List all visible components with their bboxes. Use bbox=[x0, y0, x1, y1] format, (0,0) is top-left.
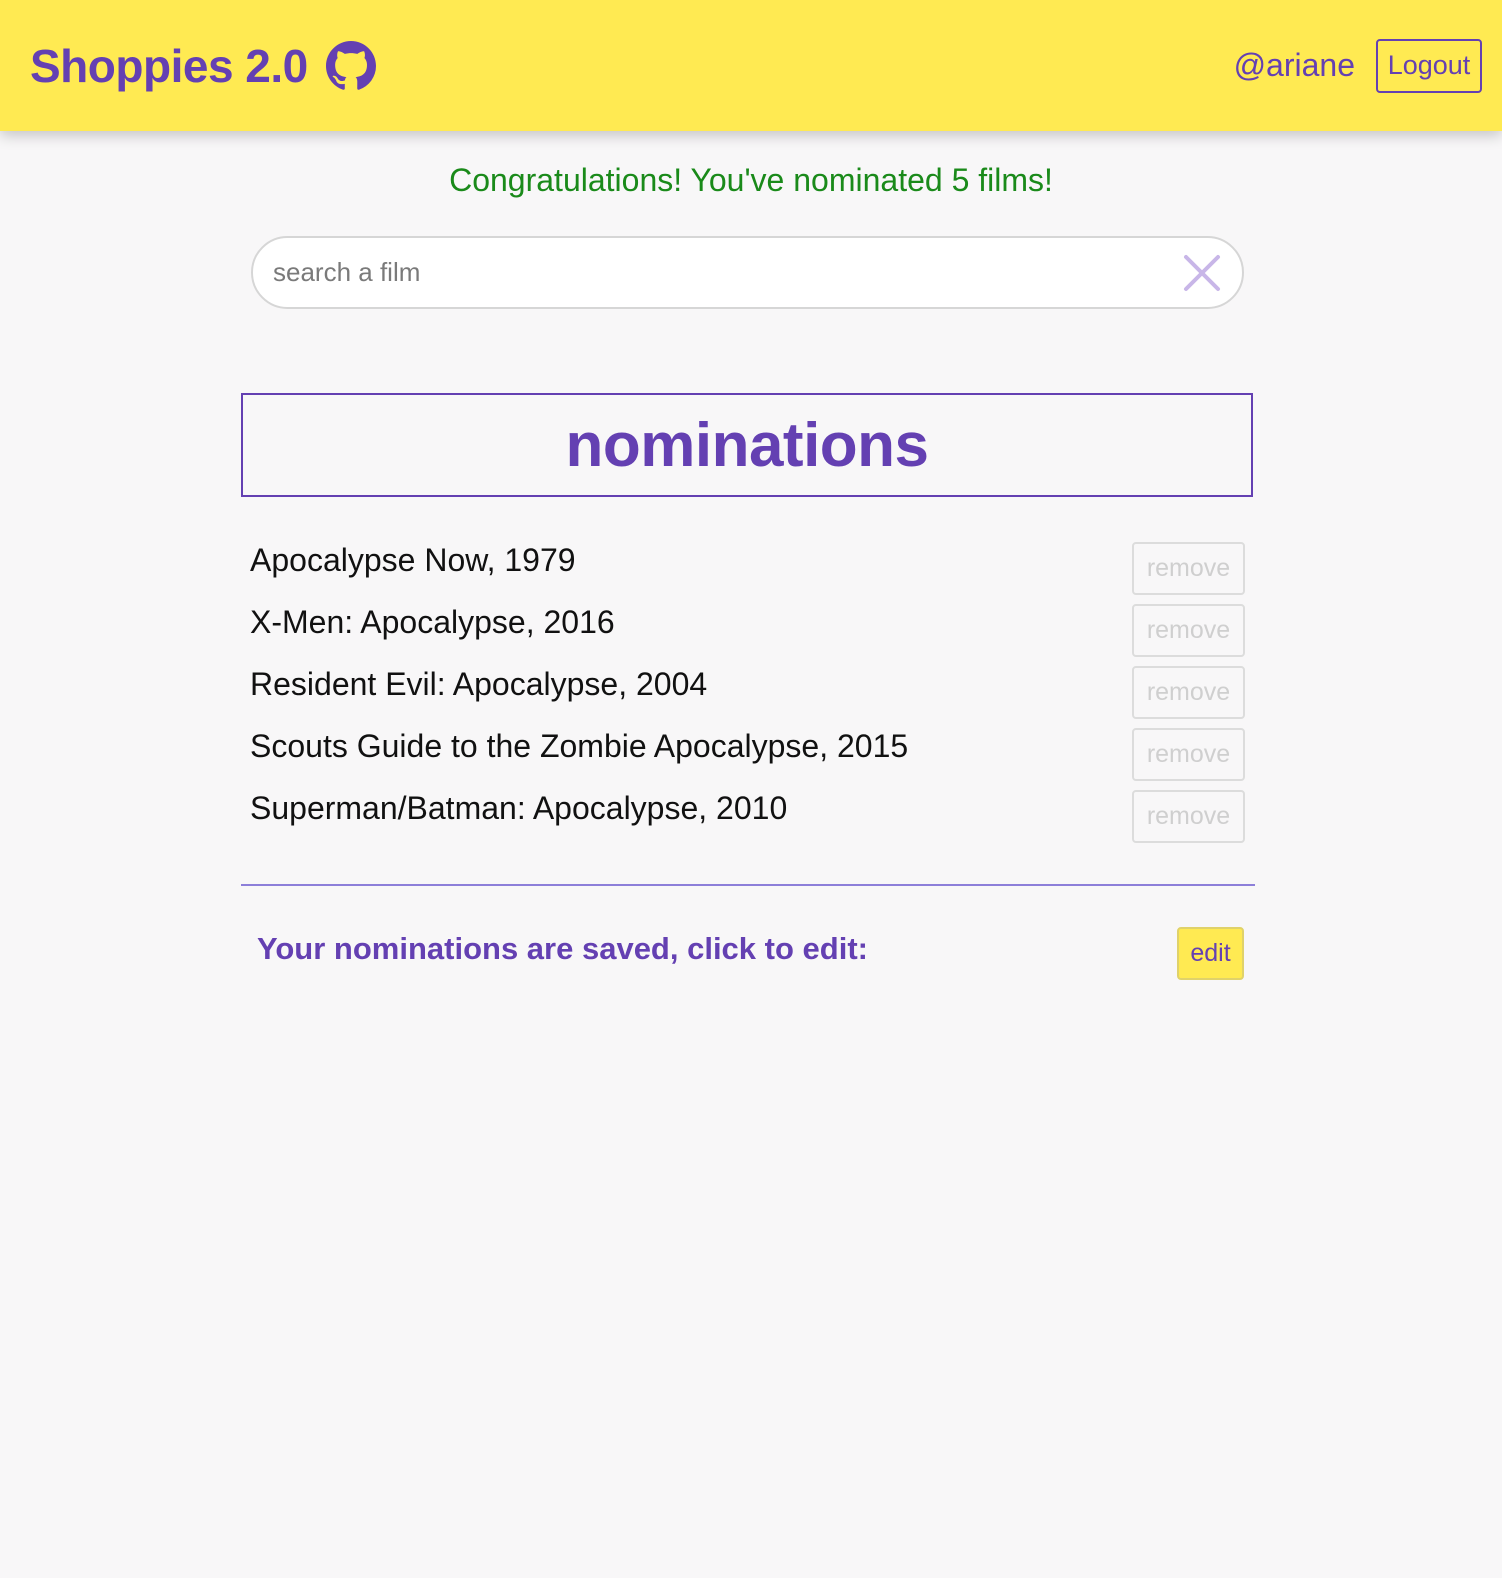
search-input[interactable] bbox=[253, 238, 1182, 307]
logout-button[interactable]: Logout bbox=[1376, 38, 1482, 93]
list-item: X-Men: Apocalypse, 2016 remove bbox=[250, 604, 1245, 666]
app-title: Shoppies 2.0 bbox=[30, 39, 308, 92]
list-item: Superman/Batman: Apocalypse, 2010 remove bbox=[250, 790, 1245, 852]
saved-message: Your nominations are saved, click to edi… bbox=[257, 931, 868, 966]
nominations-list: Apocalypse Now, 1979 remove X-Men: Apoca… bbox=[250, 542, 1245, 852]
divider bbox=[241, 884, 1255, 886]
list-item: Apocalypse Now, 1979 remove bbox=[250, 542, 1245, 604]
brand: Shoppies 2.0 bbox=[30, 39, 376, 93]
nomination-title: X-Men: Apocalypse, 2016 bbox=[250, 604, 615, 640]
nominations-header: nominations bbox=[241, 393, 1253, 497]
remove-button[interactable]: remove bbox=[1132, 542, 1245, 595]
remove-button[interactable]: remove bbox=[1132, 604, 1245, 657]
app-header: Shoppies 2.0 @ariane Logout bbox=[0, 0, 1502, 131]
edit-button[interactable]: edit bbox=[1177, 927, 1244, 980]
nomination-title: Apocalypse Now, 1979 bbox=[250, 542, 576, 578]
nomination-title: Superman/Batman: Apocalypse, 2010 bbox=[250, 790, 788, 826]
nomination-title: Resident Evil: Apocalypse, 2004 bbox=[250, 666, 708, 702]
nominations-title: nominations bbox=[565, 410, 929, 480]
congrats-message: Congratulations! You've nominated 5 film… bbox=[449, 162, 1053, 198]
remove-button[interactable]: remove bbox=[1132, 728, 1245, 781]
username: @ariane bbox=[1233, 47, 1355, 83]
list-item: Scouts Guide to the Zombie Apocalypse, 2… bbox=[250, 728, 1245, 790]
search-bar bbox=[251, 236, 1244, 309]
remove-button[interactable]: remove bbox=[1132, 666, 1245, 719]
list-item: Resident Evil: Apocalypse, 2004 remove bbox=[250, 666, 1245, 728]
close-icon[interactable] bbox=[1182, 253, 1222, 293]
nomination-title: Scouts Guide to the Zombie Apocalypse, 2… bbox=[250, 728, 909, 764]
user-area: @ariane Logout bbox=[1233, 38, 1482, 93]
github-icon[interactable] bbox=[325, 40, 376, 91]
remove-button[interactable]: remove bbox=[1132, 790, 1245, 843]
